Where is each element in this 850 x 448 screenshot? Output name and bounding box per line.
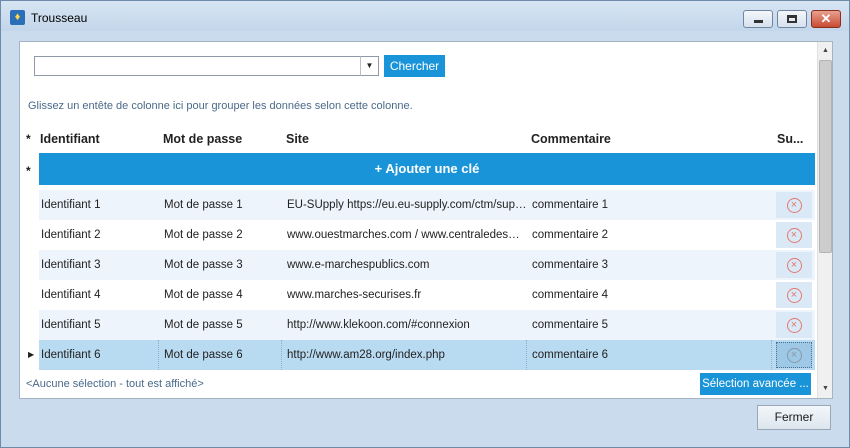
table-row[interactable]: Identifiant 2 Mot de passe 2 www.ouestmarc… — [39, 220, 815, 250]
delete-circle-x-icon: × — [786, 197, 802, 213]
current-row-pointer-icon: ▶ — [28, 350, 35, 359]
cell-commentaire[interactable]: commentaire 3 — [532, 250, 772, 280]
delete-circle-x-icon: × — [786, 227, 802, 243]
cell-commentaire[interactable]: commentaire 1 — [532, 190, 772, 220]
cell-identifiant[interactable]: Identifiant 2 — [41, 220, 159, 250]
cell-commentaire[interactable]: commentaire 5 — [532, 310, 772, 340]
cell-commentaire[interactable]: commentaire 6 — [532, 340, 772, 370]
table-row[interactable]: Identifiant 5 Mot de passe 5 http://www.kl… — [39, 310, 815, 340]
column-header-mot-de-passe[interactable]: Mot de passe — [163, 124, 242, 154]
trousseau-window: ♦ Trousseau ✕ ▼ Chercher Glissez un entê… — [0, 0, 850, 448]
cell-mot-de-passe[interactable]: Mot de passe 1 — [164, 190, 282, 220]
new-row-marker: * — [26, 164, 31, 178]
title-bar[interactable]: ♦ Trousseau ✕ — [1, 1, 849, 31]
delete-circle-x-icon: × — [786, 347, 802, 363]
maximize-button[interactable] — [777, 10, 807, 28]
advanced-selection-button[interactable]: Sélection avancée ... — [700, 373, 811, 395]
scroll-up-arrow-icon[interactable]: ▲ — [818, 44, 832, 58]
group-by-hint[interactable]: Glissez un entête de colonne ici pour gr… — [28, 100, 413, 112]
cell-commentaire[interactable]: commentaire 4 — [532, 280, 772, 310]
delete-row-button[interactable]: × — [776, 222, 812, 248]
cell-identifiant[interactable]: Identifiant 1 — [41, 190, 159, 220]
cell-site[interactable]: EU-SUpply https://eu.eu-supply.com/ctm/s… — [287, 190, 527, 220]
cell-commentaire[interactable]: commentaire 2 — [532, 220, 772, 250]
window-title: Trousseau — [31, 11, 88, 25]
cell-mot-de-passe[interactable]: Mot de passe 2 — [164, 220, 282, 250]
maximize-icon — [787, 15, 797, 23]
search-button[interactable]: Chercher — [384, 55, 445, 77]
delete-row-button[interactable]: × — [776, 192, 812, 218]
delete-row-button[interactable]: × — [776, 282, 812, 308]
cell-identifiant[interactable]: Identifiant 5 — [41, 310, 159, 340]
header-star-marker: * — [26, 132, 31, 146]
table-row[interactable]: Identifiant 6 Mot de passe 6 http://www.am… — [39, 340, 815, 370]
trophy-icon: ♦ — [10, 10, 25, 25]
close-window-button[interactable]: ✕ — [811, 10, 841, 28]
vertical-scrollbar[interactable]: ▲ ▼ — [817, 42, 832, 398]
scroll-thumb[interactable] — [819, 60, 832, 253]
combo-dropdown-arrow[interactable]: ▼ — [360, 56, 379, 76]
search-combo-input[interactable] — [34, 56, 379, 76]
cell-identifiant[interactable]: Identifiant 4 — [41, 280, 159, 310]
cell-mot-de-passe[interactable]: Mot de passe 3 — [164, 250, 282, 280]
cell-identifiant[interactable]: Identifiant 3 — [41, 250, 159, 280]
selection-status: <Aucune sélection - tout est affiché> — [26, 378, 204, 390]
delete-row-button[interactable]: × — [776, 252, 812, 278]
delete-row-button[interactable]: × — [776, 312, 812, 338]
main-panel: ▼ Chercher Glissez un entête de colonne … — [19, 41, 833, 399]
scroll-down-arrow-icon[interactable]: ▼ — [818, 382, 832, 396]
table-row[interactable]: Identifiant 3 Mot de passe 3 www.e-marches… — [39, 250, 815, 280]
fermer-button[interactable]: Fermer — [757, 405, 831, 430]
cell-site[interactable]: www.ouestmarches.com / www.centraledesma… — [287, 220, 527, 250]
column-header-site[interactable]: Site — [286, 124, 309, 154]
delete-circle-x-icon: × — [786, 257, 802, 273]
cell-mot-de-passe[interactable]: Mot de passe 6 — [164, 340, 282, 370]
minimize-button[interactable] — [743, 10, 773, 28]
minimize-icon — [753, 20, 763, 23]
cell-site[interactable]: http://www.am28.org/index.php — [287, 340, 527, 370]
delete-circle-x-icon: × — [786, 317, 802, 333]
column-header-commentaire[interactable]: Commentaire — [531, 124, 611, 154]
add-key-button[interactable]: + Ajouter une clé — [39, 153, 815, 185]
delete-row-button[interactable]: × — [776, 342, 812, 368]
table-row[interactable]: Identifiant 1 Mot de passe 1 EU-SUpply htt… — [39, 190, 815, 220]
close-icon: ✕ — [820, 11, 832, 26]
cell-identifiant[interactable]: Identifiant 6 — [41, 340, 159, 370]
cell-mot-de-passe[interactable]: Mot de passe 4 — [164, 280, 282, 310]
column-header-supprimer[interactable]: Su... — [777, 124, 803, 154]
table-row[interactable]: Identifiant 4 Mot de passe 4 www.marches-s… — [39, 280, 815, 310]
cell-site[interactable]: www.marches-securises.fr — [287, 280, 527, 310]
cell-site[interactable]: www.e-marchespublics.com — [287, 250, 527, 280]
cell-site[interactable]: http://www.klekoon.com/#connexion — [287, 310, 527, 340]
column-header-identifiant[interactable]: Identifiant — [40, 124, 100, 154]
cell-mot-de-passe[interactable]: Mot de passe 5 — [164, 310, 282, 340]
delete-circle-x-icon: × — [786, 287, 802, 303]
